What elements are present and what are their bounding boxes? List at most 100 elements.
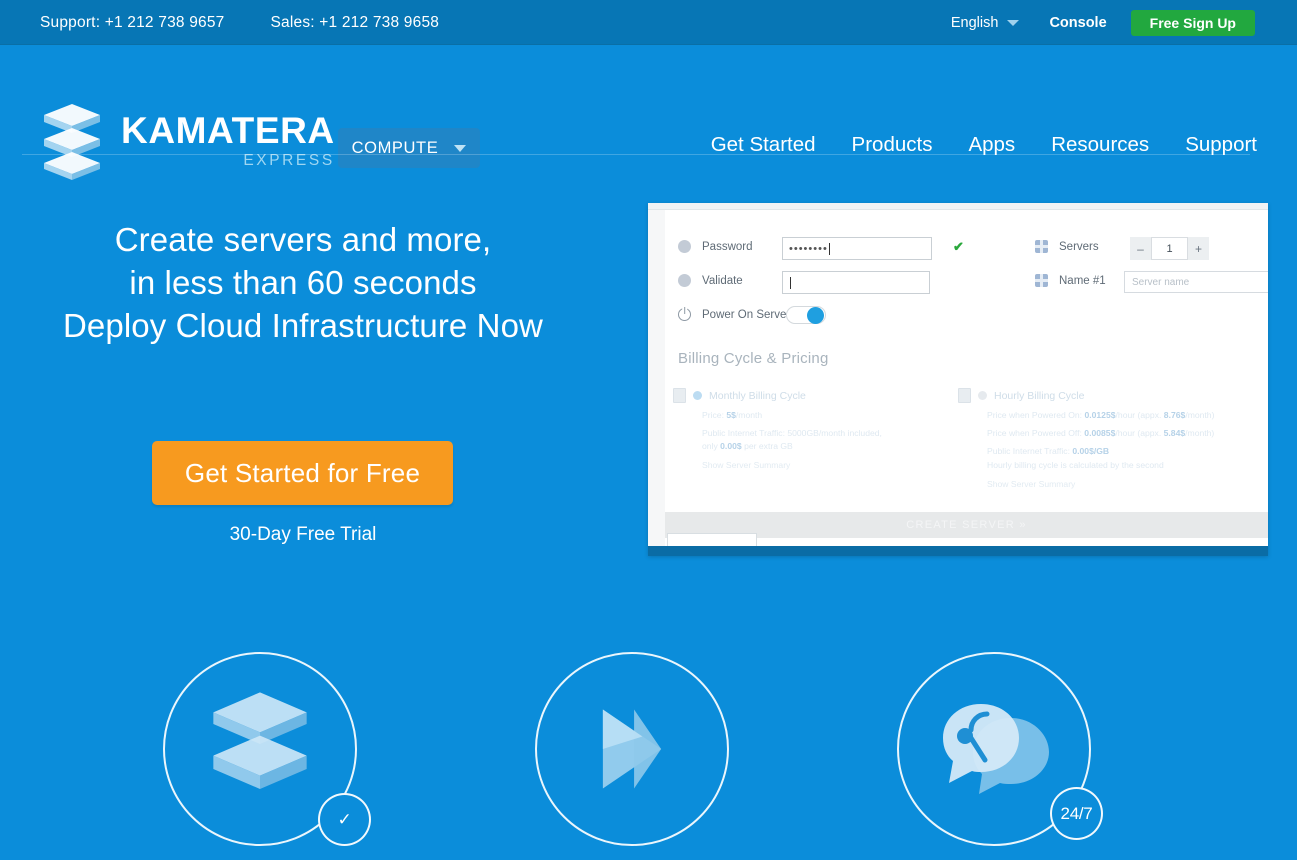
billing-section-title: Billing Cycle & Pricing xyxy=(678,350,829,367)
monthly-show-summary-link[interactable]: Show Server Summary xyxy=(702,460,943,470)
servers-count-value[interactable]: 1 xyxy=(1151,237,1188,260)
power-on-servers-toggle[interactable] xyxy=(786,306,826,324)
hourly-traffic-value: 0.00$/GB xyxy=(1072,446,1110,456)
twentyfour-seven-badge: 24/7 xyxy=(1050,787,1103,840)
password-input[interactable]: •••••••• xyxy=(782,237,932,260)
text-caret xyxy=(828,242,830,255)
server-name-row: Name #1 xyxy=(1035,274,1106,287)
server-name-grid-icon xyxy=(1035,274,1048,287)
password-label: Password xyxy=(702,240,753,253)
hourly-off-mid: /hour (appx. xyxy=(1115,428,1162,438)
brand-name: KAMATERA xyxy=(121,110,335,152)
hourly-radio-unselected[interactable] xyxy=(978,391,987,400)
language-label: English xyxy=(950,14,999,31)
hero-line-2: in less than 60 seconds xyxy=(129,264,477,301)
monthly-price-line: Price: 5$/month xyxy=(702,409,943,421)
validate-key-icon xyxy=(678,274,691,287)
hourly-powered-off-line: Price when Powered Off: 0.0085$/hour (ap… xyxy=(987,427,1263,439)
hourly-traffic-line: Public Internet Traffic: 0.00$/GB xyxy=(987,445,1263,457)
hourly-on-value: 0.0125$ xyxy=(1084,410,1116,420)
monthly-extra-pre: only xyxy=(702,441,718,451)
password-value: •••••••• xyxy=(789,242,828,255)
hero-line-1: Create servers and more, xyxy=(114,221,492,258)
hourly-traffic-pre: Public Internet Traffic: xyxy=(987,446,1070,456)
panel-top-strip xyxy=(648,203,1268,210)
validate-label: Validate xyxy=(702,274,743,287)
support-phone: Support: +1 212 738 9657 xyxy=(40,13,225,31)
toggle-knob xyxy=(807,307,824,324)
validate-input[interactable] xyxy=(782,271,930,294)
servers-decrement-button[interactable]: – xyxy=(1130,237,1151,260)
feature-circle-reliability: ✓ xyxy=(163,652,371,846)
server-name-placeholder: Server name xyxy=(1132,276,1190,288)
servers-increment-button[interactable]: + xyxy=(1188,237,1209,260)
brand-logo-block[interactable]: KAMATERA EXPRESS xyxy=(41,102,335,180)
hourly-billing-header: Hourly Billing Cycle xyxy=(958,388,1263,403)
servers-label: Servers xyxy=(1059,240,1099,253)
hourly-show-summary-link[interactable]: Show Server Summary xyxy=(987,479,1263,489)
support-headset-icon xyxy=(943,704,1049,794)
panel-content: Password •••••••• ✔ Validate Power On Se… xyxy=(665,210,1268,556)
panel-bottom-bar xyxy=(648,546,1268,556)
monthly-extra-post: per extra GB xyxy=(744,441,793,451)
power-on-servers-label: Power On Servers xyxy=(702,308,796,321)
panel-left-strip xyxy=(648,203,665,556)
panel-bottom-tab xyxy=(667,533,757,546)
brand-wordmark: KAMATERA EXPRESS xyxy=(121,110,335,169)
password-row: Password xyxy=(678,240,753,253)
check-mark-badge: ✓ xyxy=(318,793,371,846)
hourly-powered-on-line: Price when Powered On: 0.0125$/hour (app… xyxy=(987,409,1263,421)
monthly-price-label: Price: xyxy=(702,410,724,420)
password-key-icon xyxy=(678,240,691,253)
server-name-label: Name #1 xyxy=(1059,274,1106,287)
hourly-billing-note: Hourly billing cycle is calculated by th… xyxy=(987,460,1164,470)
hourly-on-mid: /hour (appx. xyxy=(1115,410,1162,420)
hourly-off-pre: Price when Powered Off: xyxy=(987,428,1082,438)
free-trial-note: 30-Day Free Trial xyxy=(229,524,377,545)
get-started-for-free-button[interactable]: Get Started for Free xyxy=(152,441,453,505)
monthly-billing-option[interactable]: Monthly Billing Cycle Price: 5$/month Pu… xyxy=(673,388,943,470)
power-on-servers-row: Power On Servers xyxy=(678,308,796,321)
twentyfour-seven-label: 24/7 xyxy=(1060,803,1093,823)
kamatera-layers-logo-icon xyxy=(213,692,307,789)
servers-grid-icon xyxy=(1035,240,1048,253)
chevron-down-icon xyxy=(1007,19,1020,26)
free-sign-up-button[interactable]: Free Sign Up xyxy=(1130,9,1255,36)
product-screenshot-panel: Password •••••••• ✔ Validate Power On Se… xyxy=(648,203,1268,556)
hourly-off-month: 5.84$ xyxy=(1163,428,1186,438)
feature-circle-speed xyxy=(535,652,729,846)
check-mark-icon: ✓ xyxy=(337,809,352,829)
hourly-billing-option[interactable]: Hourly Billing Cycle Price when Powered … xyxy=(958,388,1263,489)
monthly-price-unit: /month xyxy=(735,410,763,420)
hero-headline: Create servers and more, in less than 60… xyxy=(0,218,606,347)
feature-icon-wrap xyxy=(537,654,727,844)
green-check-icon: ✔ xyxy=(953,239,964,254)
hourly-off-post: /month) xyxy=(1185,428,1215,438)
monthly-extra-value: 0.00$ xyxy=(720,441,742,451)
hourly-off-value: 0.0085$ xyxy=(1084,428,1116,438)
hourly-on-month: 8.76$ xyxy=(1163,410,1186,420)
top-utility-bar: Support: +1 212 738 9657 Sales: +1 212 7… xyxy=(0,0,1297,45)
contact-phones: Support: +1 212 738 9657 Sales: +1 212 7… xyxy=(40,0,439,45)
monthly-billing-title: Monthly Billing Cycle xyxy=(709,389,806,402)
calendar-icon xyxy=(673,388,686,403)
clock-icon xyxy=(958,388,971,403)
sales-phone: Sales: +1 212 738 9658 xyxy=(270,13,440,31)
compute-dropdown-button[interactable]: COMPUTE xyxy=(338,128,480,168)
monthly-traffic-line: Public Internet Traffic: 5000GB/month in… xyxy=(702,428,882,438)
console-link[interactable]: Console xyxy=(1049,15,1106,31)
hourly-on-pre: Price when Powered On: xyxy=(987,410,1083,420)
main-navbar: KAMATERA EXPRESS COMPUTE Get Started Pro… xyxy=(0,45,1297,180)
power-icon xyxy=(678,308,691,321)
monthly-billing-header: Monthly Billing Cycle xyxy=(673,388,943,403)
text-caret xyxy=(790,276,791,289)
servers-quantity-stepper[interactable]: – 1 + xyxy=(1130,237,1209,260)
fast-forward-arrow-icon xyxy=(602,709,662,789)
monthly-radio-selected[interactable] xyxy=(693,391,702,400)
hourly-billing-title: Hourly Billing Cycle xyxy=(994,389,1085,402)
feature-circle-support: 24/7 xyxy=(897,652,1103,846)
kamatera-layers-logo-icon xyxy=(44,104,100,180)
language-selector[interactable]: English xyxy=(951,15,1020,31)
monthly-price-value: 5$ xyxy=(726,410,736,420)
server-name-input[interactable]: Server name xyxy=(1124,271,1268,293)
